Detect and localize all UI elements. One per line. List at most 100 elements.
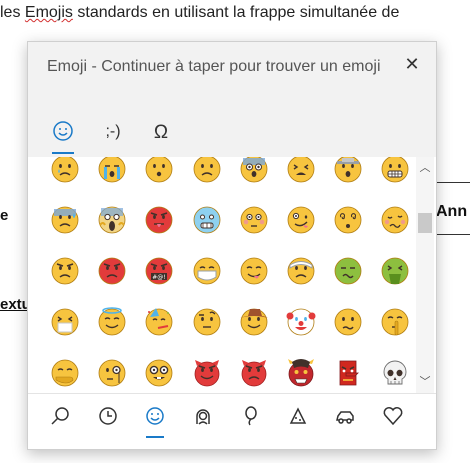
sneezing-face-icon <box>51 308 79 336</box>
angry-face-tongue-icon <box>145 206 173 234</box>
category-celebrations[interactable] <box>230 394 270 438</box>
emoji-panel: Emoji - Continuer à taper pour trouver u… <box>27 41 437 450</box>
emoji-cell[interactable] <box>326 351 370 387</box>
emoji-cell[interactable] <box>326 249 370 293</box>
scroll-up-arrow[interactable]: ︿ <box>416 159 434 177</box>
scrollbar-thumb[interactable] <box>418 213 432 233</box>
emoji-cell[interactable] <box>43 351 87 387</box>
emoji-cell[interactable] <box>137 157 181 191</box>
emoji-cell[interactable] <box>43 300 87 344</box>
emoji-cell[interactable] <box>232 300 276 344</box>
scroll-down-arrow[interactable]: ﹀ <box>416 373 434 391</box>
search-icon <box>51 407 69 425</box>
doc-text-prefix: les <box>0 4 25 21</box>
emoji-cell[interactable] <box>137 300 181 344</box>
emoji-cell[interactable] <box>43 157 87 191</box>
category-recent[interactable] <box>88 394 128 438</box>
face-with-medical-mask-icon <box>193 257 220 285</box>
category-smileys[interactable] <box>135 394 175 438</box>
emoji-cell[interactable] <box>137 198 181 242</box>
emoji-cell[interactable] <box>232 198 276 242</box>
smiley-icon <box>53 121 73 141</box>
crying-face-icon <box>51 157 79 183</box>
close-icon: ✕ <box>404 54 420 74</box>
emoji-cell[interactable] <box>232 249 276 293</box>
tab-kaomoji-label: ;-) <box>105 123 121 140</box>
face-with-symbols-on-mouth-icon: #@! <box>145 257 173 285</box>
emoji-cell[interactable] <box>326 157 370 191</box>
emoji-cell[interactable] <box>279 351 323 387</box>
face-savoring-food-icon <box>240 257 268 285</box>
emoji-cell[interactable] <box>373 300 416 344</box>
category-people[interactable] <box>183 394 223 438</box>
tab-symbols-label: Ω <box>153 122 169 143</box>
emoji-cell[interactable] <box>90 351 134 387</box>
emoji-cell[interactable]: #@! <box>137 249 181 293</box>
angry-face-icon <box>51 257 79 285</box>
emoji-cell[interactable] <box>185 198 229 242</box>
emoji-cell[interactable] <box>279 198 323 242</box>
category-symbols-heart[interactable] <box>373 394 413 438</box>
active-category-indicator <box>146 436 164 438</box>
fearful-face-icon <box>240 157 268 183</box>
nerd-face-icon <box>145 359 173 387</box>
doc-side-text: Ann <box>436 203 468 220</box>
emoji-cell[interactable] <box>373 249 416 293</box>
category-food[interactable] <box>278 394 318 438</box>
face-with-cowboy-hat-lines-icon <box>334 157 362 183</box>
emoji-cell[interactable] <box>90 157 134 191</box>
face-with-raised-eyebrow-icon <box>193 308 220 336</box>
face-screaming-in-fear-icon <box>98 206 126 234</box>
emoji-cell[interactable] <box>90 249 134 293</box>
cowboy-hat-face-icon <box>239 308 268 336</box>
emoji-cell[interactable] <box>373 351 416 387</box>
weary-face-icon <box>287 157 315 183</box>
emoji-panel-header: Emoji - Continuer à taper pour trouver u… <box>28 42 436 157</box>
emoji-cell[interactable] <box>90 198 134 242</box>
emoji-cell[interactable] <box>373 198 416 242</box>
emoji-cell[interactable] <box>279 157 323 191</box>
category-search[interactable] <box>40 394 80 438</box>
close-button[interactable]: ✕ <box>398 50 426 78</box>
clown-face-icon <box>286 308 316 336</box>
tab-emoji[interactable] <box>47 114 79 154</box>
emoji-cell[interactable] <box>185 300 229 344</box>
document-text-line: les Emojis standards en utilisant la fra… <box>0 0 470 30</box>
emoji-cell[interactable] <box>373 157 416 191</box>
flushed-face-icon <box>240 206 268 234</box>
panel-title: Emoji - Continuer à taper pour trouver u… <box>47 58 381 75</box>
svg-text:#@!: #@! <box>153 274 166 281</box>
celebrations-icon <box>245 406 257 426</box>
emoji-cell[interactable] <box>90 300 134 344</box>
active-tab-indicator <box>52 152 74 154</box>
emoji-cell[interactable] <box>279 249 323 293</box>
zany-face-icon <box>287 206 315 234</box>
anxious-face-with-sweat-icon <box>51 206 79 234</box>
emoji-cell[interactable] <box>43 198 87 242</box>
symbols-heart-icon <box>383 407 402 426</box>
emoji-cell[interactable] <box>137 351 181 387</box>
emoji-cell[interactable] <box>326 300 370 344</box>
emoji-cell[interactable] <box>232 351 276 387</box>
goblin-icon <box>339 360 360 386</box>
emoji-cell[interactable] <box>185 157 229 191</box>
emoji-cell[interactable] <box>279 300 323 344</box>
emoji-cell[interactable] <box>43 249 87 293</box>
emoji-cell[interactable] <box>185 249 229 293</box>
category-transport[interactable] <box>325 394 365 438</box>
tab-symbols[interactable]: Ω <box>145 114 177 154</box>
emoji-cell[interactable] <box>185 351 229 387</box>
emoji-cell[interactable] <box>232 157 276 191</box>
shushing-face-icon <box>381 308 409 336</box>
frowning-face-icon <box>193 157 220 183</box>
angry-face-with-horns-icon <box>241 360 267 387</box>
grimacing-face-icon <box>381 157 409 183</box>
people-icon <box>195 409 210 425</box>
smiling-face-with-halo-icon <box>98 307 126 336</box>
tab-kaomoji[interactable]: ;-) <box>97 114 129 154</box>
recent-icon <box>98 407 117 425</box>
scrollbar[interactable]: ︿ ﹀ <box>416 157 434 393</box>
doc-table-border <box>436 182 470 183</box>
emoji-cell[interactable] <box>326 198 370 242</box>
doc-text-rest: standards en utilisant la frappe simulta… <box>72 4 400 21</box>
